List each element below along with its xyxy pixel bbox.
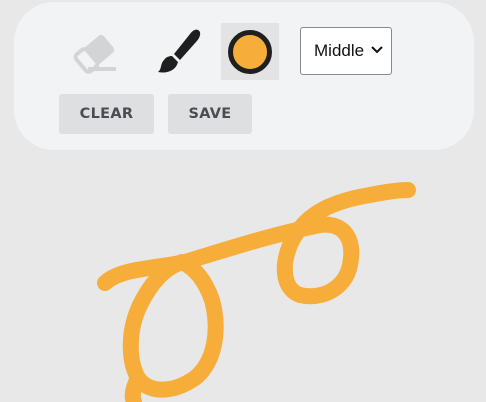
brush-size-value: Middle [314,41,365,60]
chevron-down-icon [371,46,383,54]
clear-button-label: CLEAR [79,106,134,122]
clear-button[interactable]: CLEAR [59,94,154,134]
paint-brush-icon [158,29,201,73]
save-button-label: SAVE [188,106,232,122]
brush-size-select[interactable]: Middle [300,27,392,75]
color-swatch [228,29,272,74]
eraser-icon [73,35,116,74]
eraser-tool-button[interactable] [66,28,124,76]
color-picker-button[interactable] [221,23,279,80]
brush-tool-button[interactable] [150,28,206,76]
toolbar: Middle CLEAR SAVE [14,2,474,150]
save-button[interactable]: SAVE [168,94,252,134]
